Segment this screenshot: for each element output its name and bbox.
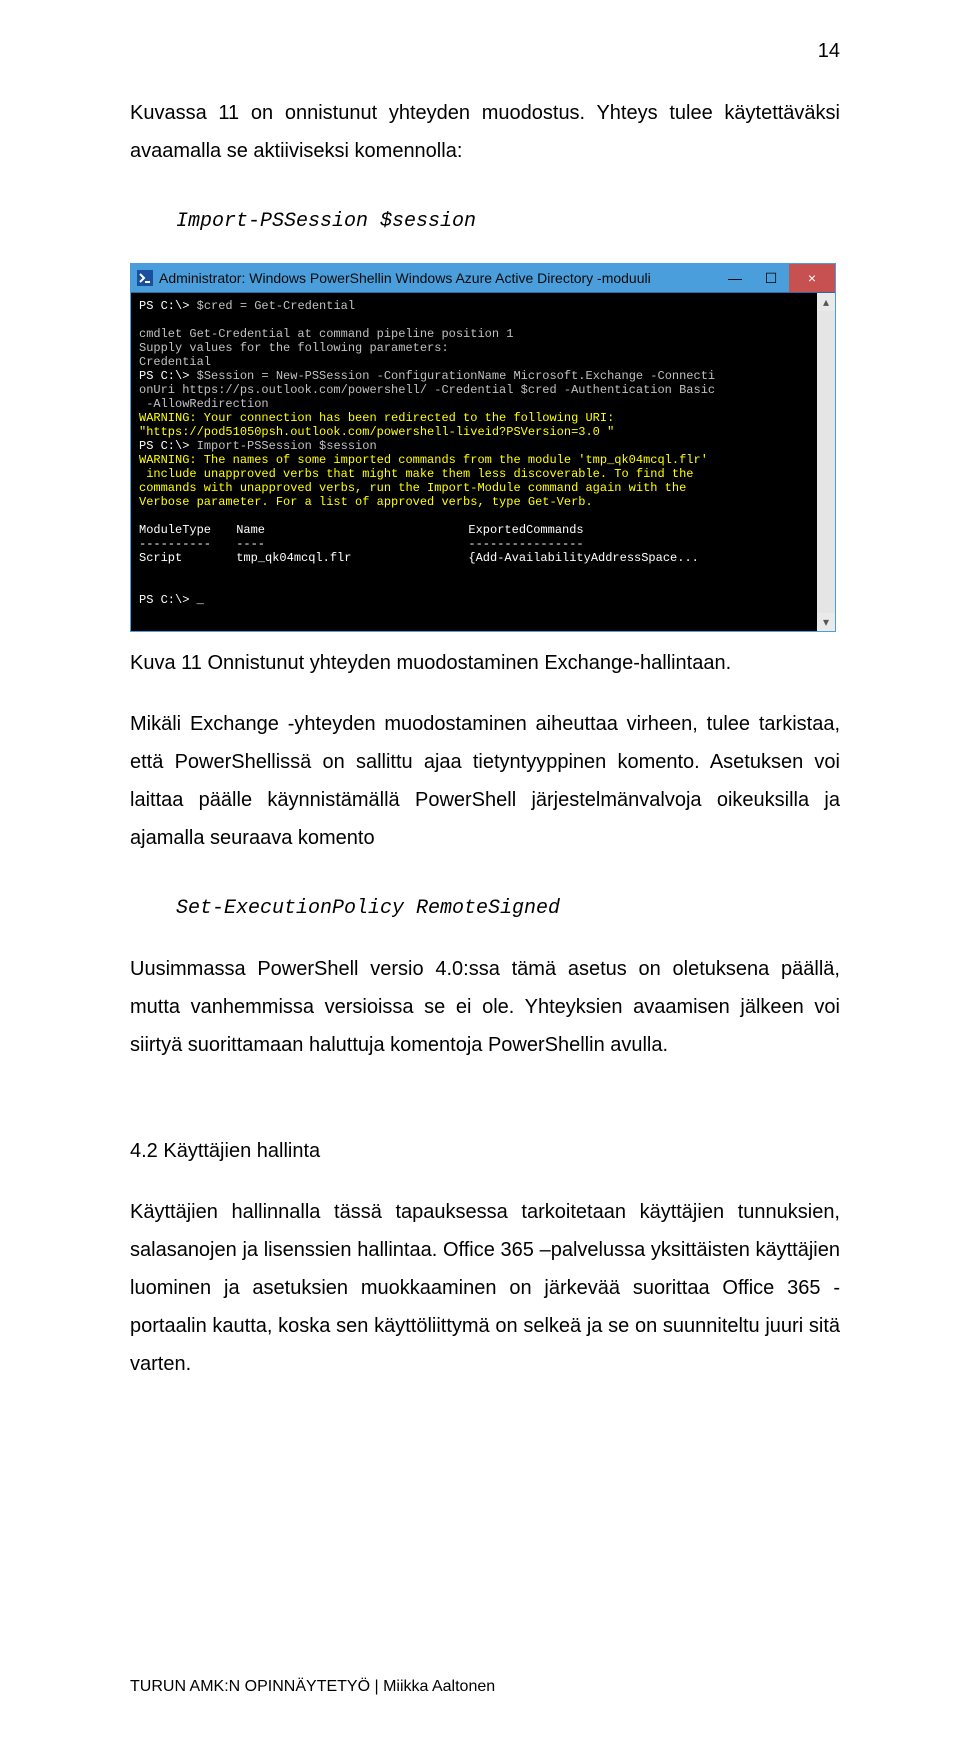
- warning-line: WARNING: Your connection has been redire…: [139, 411, 614, 425]
- warning-line: commands with unapproved verbs, run the …: [139, 481, 686, 495]
- paragraph-2: Mikäli Exchange -yhteyden muodostaminen …: [130, 705, 840, 857]
- powershell-icon: [137, 270, 153, 286]
- warning-line: WARNING: The names of some imported comm…: [139, 453, 708, 467]
- prompt: PS C:\>: [139, 439, 189, 453]
- cmd-text: $Session = New-PSSession -ConfigurationN…: [189, 369, 715, 383]
- table-separator: ---------- ---- ----------------: [139, 537, 584, 551]
- code-block-2: Set-ExecutionPolicy RemoteSigned: [176, 897, 840, 920]
- cursor: _: [189, 593, 203, 607]
- minimize-button[interactable]: —: [717, 264, 753, 292]
- vertical-scrollbar[interactable]: ▴ ▾: [817, 293, 835, 631]
- terminal-line: [139, 509, 146, 523]
- maximize-button[interactable]: ☐: [753, 264, 789, 292]
- scroll-down-icon[interactable]: ▾: [817, 613, 835, 631]
- terminal-line: cmdlet Get-Credential at command pipelin…: [139, 327, 513, 341]
- paragraph-1: Kuvassa 11 on onnistunut yhteyden muodos…: [130, 94, 840, 170]
- cmd-text: Import-PSSession $session: [189, 439, 376, 453]
- paragraph-4: Käyttäjien hallinnalla tässä tapauksessa…: [130, 1193, 840, 1383]
- code-block-1: Import-PSSession $session: [176, 210, 840, 233]
- cmd-text: $cred = Get-Credential: [189, 299, 355, 313]
- terminal-output[interactable]: PS C:\> $cred = Get-Credential cmdlet Ge…: [131, 293, 817, 631]
- figure-caption: Kuva 11 Onnistunut yhteyden muodostamine…: [130, 652, 840, 675]
- page-number: 14: [818, 40, 840, 63]
- warning-line: "https://pod51050psh.outlook.com/powersh…: [139, 425, 614, 439]
- prompt: PS C:\>: [139, 369, 189, 383]
- close-button[interactable]: ×: [789, 264, 835, 292]
- prompt: PS C:\>: [139, 593, 189, 607]
- table-row: Script tmp_qk04mcql.flr {Add-Availabilit…: [139, 551, 699, 565]
- terminal-line: [139, 313, 146, 327]
- terminal-line: onUri https://ps.outlook.com/powershell/…: [139, 383, 715, 397]
- window-title: Administrator: Windows PowerShellin Wind…: [159, 270, 717, 286]
- terminal-line: Credential: [139, 355, 211, 369]
- warning-line: include unapproved verbs that might make…: [139, 467, 694, 481]
- terminal-window: Administrator: Windows PowerShellin Wind…: [130, 263, 836, 632]
- scroll-up-icon[interactable]: ▴: [817, 293, 835, 311]
- section-heading: 4.2 Käyttäjien hallinta: [130, 1140, 840, 1163]
- terminal-line: -AllowRedirection: [139, 397, 269, 411]
- terminal-line: Supply values for the following paramete…: [139, 341, 449, 355]
- terminal-line: [139, 565, 146, 579]
- warning-line: Verbose parameter. For a list of approve…: [139, 495, 593, 509]
- scrollbar-track[interactable]: [817, 311, 835, 613]
- window-titlebar: Administrator: Windows PowerShellin Wind…: [131, 264, 835, 293]
- prompt: PS C:\>: [139, 299, 189, 313]
- terminal-line: [139, 607, 146, 621]
- paragraph-3: Uusimmassa PowerShell versio 4.0:ssa täm…: [130, 950, 840, 1064]
- terminal-line: [139, 579, 146, 593]
- terminal-body: PS C:\> $cred = Get-Credential cmdlet Ge…: [131, 293, 835, 631]
- footer-text: TURUN AMK:N OPINNÄYTETYÖ | Miikka Aalton…: [130, 1678, 495, 1696]
- table-header: ModuleType Name ExportedCommands: [139, 523, 584, 537]
